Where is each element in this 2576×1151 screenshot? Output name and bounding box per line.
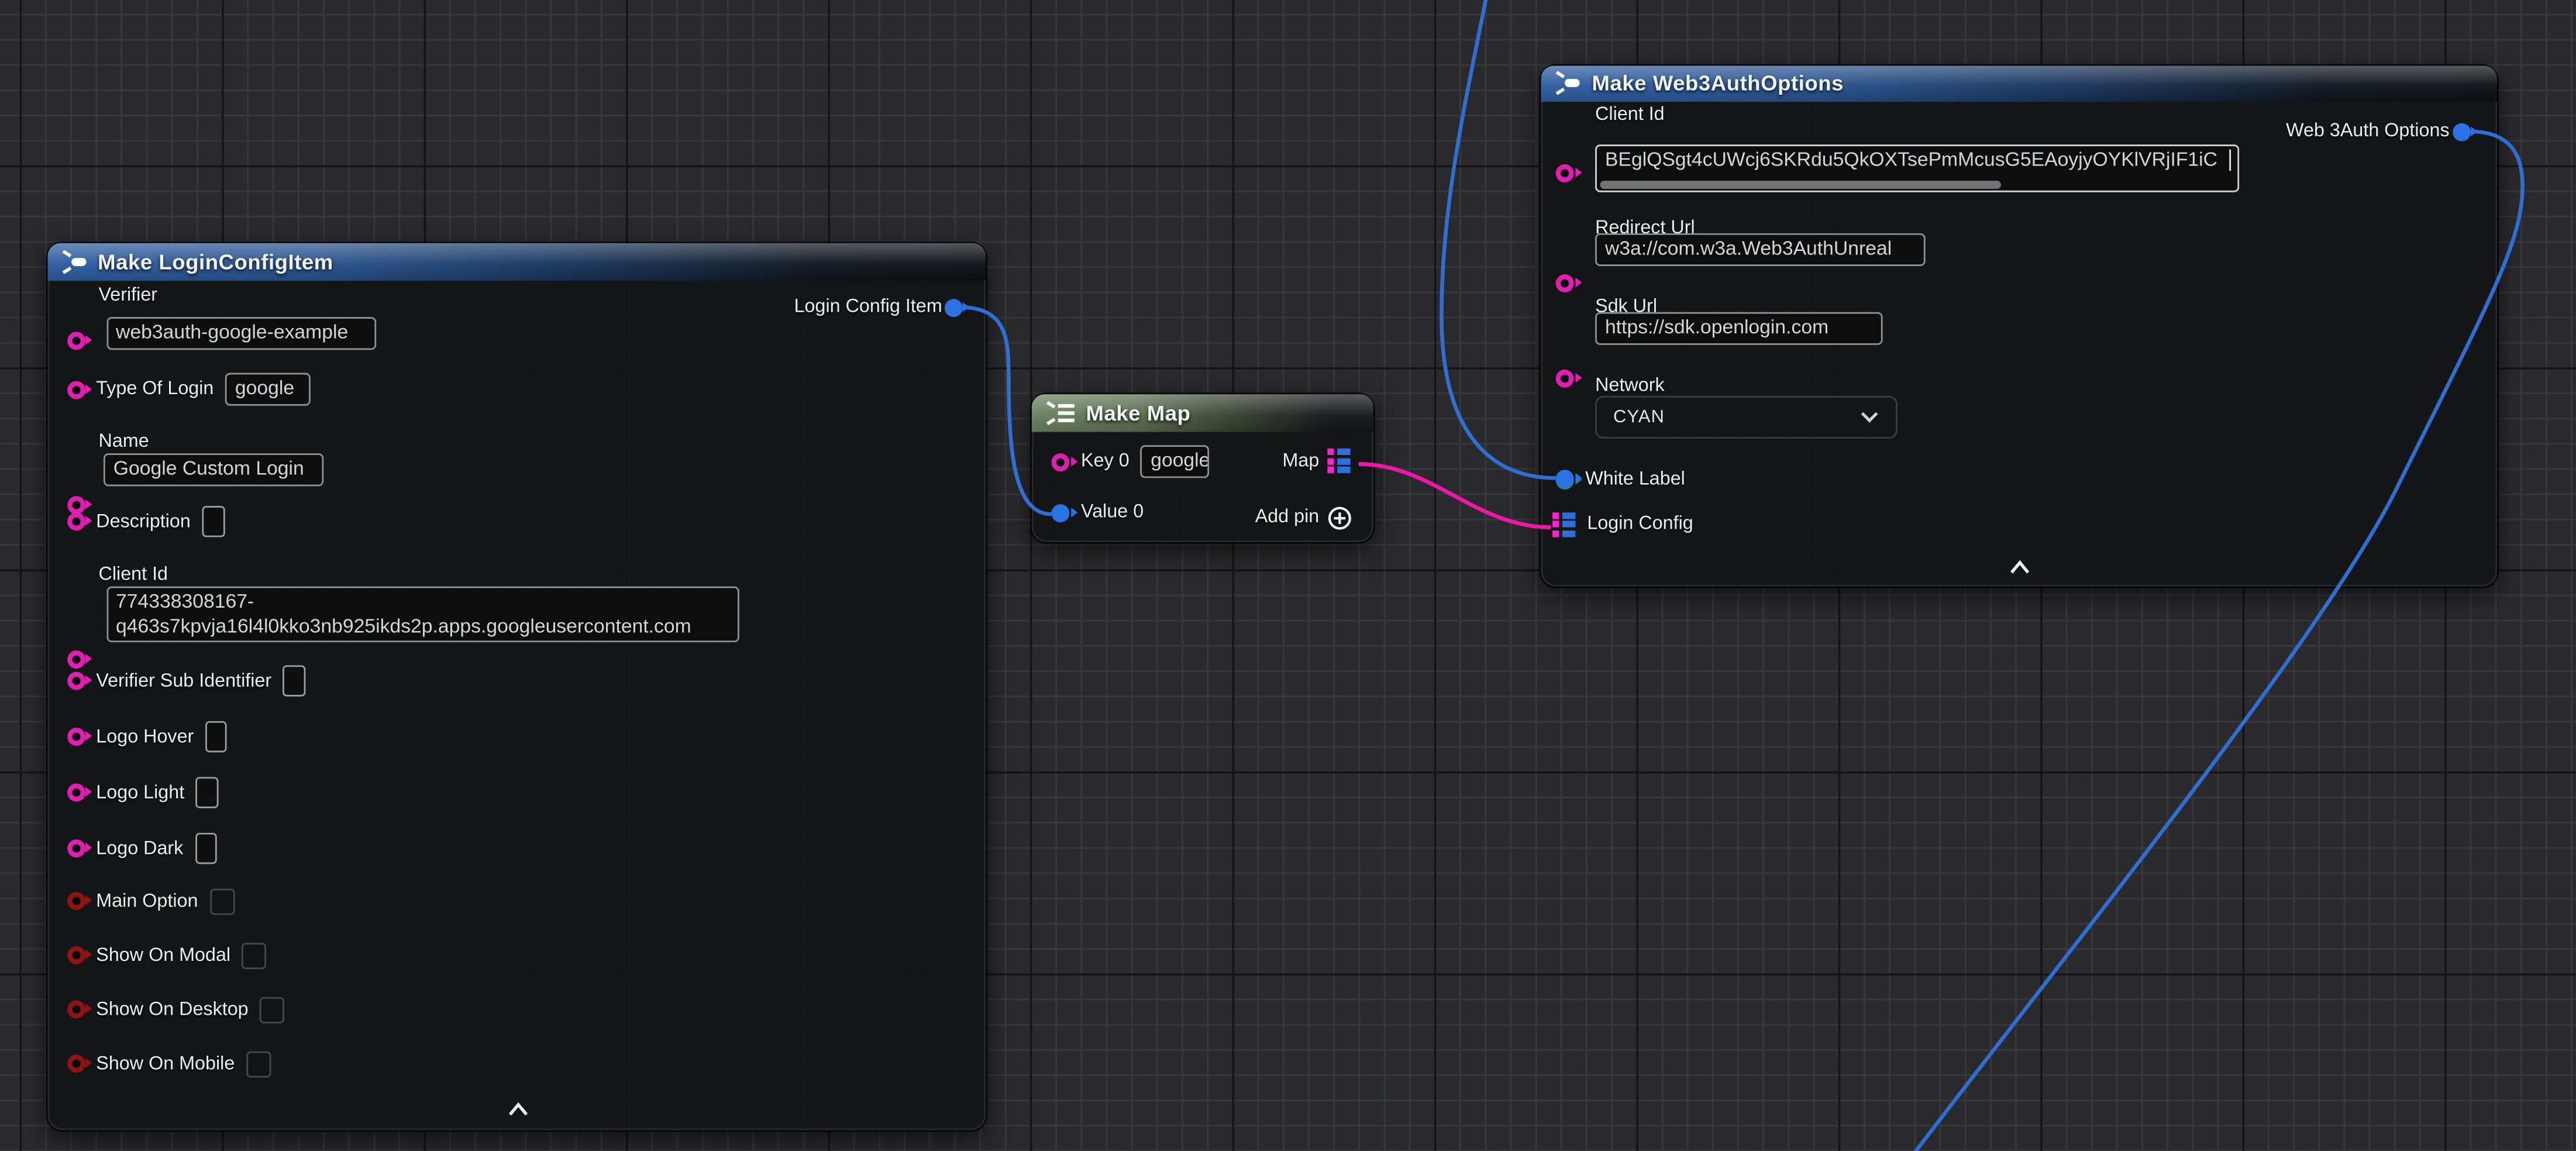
description-field[interactable] (202, 506, 225, 537)
make-struct-icon (60, 249, 88, 274)
row-show-on-desktop: Show On Desktop (67, 997, 285, 1023)
logo-dark-field[interactable] (195, 833, 217, 864)
input-pin-description[interactable] (67, 512, 85, 530)
output-pin-map-icon[interactable] (1327, 449, 1351, 474)
dropdown-chevron-icon (1859, 410, 1879, 423)
make-struct-icon (1554, 71, 1582, 95)
node-header-make-loginconfigitem[interactable]: Make LoginConfigItem (47, 243, 985, 280)
logo-light-field[interactable] (196, 777, 218, 808)
main-option-checkbox[interactable] (209, 888, 234, 914)
output-pin-label-web3auth-options: Web 3Auth Options (2286, 120, 2449, 140)
add-pin-icon[interactable] (1327, 506, 1352, 530)
network-dropdown[interactable]: CYAN (1595, 395, 1897, 437)
pin-label-network: Network (1595, 376, 1664, 396)
output-pin-label-login-config-item: Login Config Item (794, 297, 942, 317)
input-pin-logo-hover[interactable] (67, 728, 85, 746)
node-title: Make LoginConfigItem (98, 249, 333, 274)
sdk-url-field[interactable]: https://sdk.openlogin.com (1595, 312, 1883, 345)
output-pin-label-map: Map (1282, 452, 1319, 471)
input-pin-sdk-url[interactable] (1556, 370, 1574, 388)
redirect-url-field[interactable]: w3a://com.w3a.Web3AuthUnreal (1595, 233, 1926, 266)
row-show-on-modal: Show On Modal (67, 943, 267, 969)
pin-label-type-of-login: Type Of Login (96, 380, 213, 399)
name-field[interactable]: Google Custom Login (104, 453, 323, 485)
row-type-of-login: Type Of Login google (67, 373, 311, 406)
row-white-label: White Label (1556, 469, 1685, 489)
row-logo-dark: Logo Dark (67, 833, 217, 864)
client-id-field[interactable]: 774338308167-q463s7kpvja16l4l0kko3nb925i… (106, 587, 738, 642)
pin-label-logo-light: Logo Light (96, 783, 184, 802)
row-logo-hover: Logo Hover (67, 721, 228, 752)
row-value-0: Value 0 (1052, 502, 1144, 522)
verifier-field[interactable]: web3auth-google-example (106, 316, 376, 349)
collapse-icon[interactable] (2007, 559, 2031, 574)
node-header-make-web3authoptions[interactable]: Make Web3AuthOptions (1541, 65, 2497, 102)
input-pin-show-on-modal[interactable] (67, 946, 85, 964)
make-map-icon (1045, 401, 1076, 425)
input-pin-key-0[interactable] (1052, 453, 1070, 471)
pin-label-logo-hover: Logo Hover (96, 727, 194, 747)
add-pin-label: Add pin (1255, 508, 1320, 528)
verifier-sub-identifier-field[interactable] (283, 665, 305, 696)
input-pin-logo-dark[interactable] (67, 839, 85, 857)
input-pin-white-label[interactable] (1556, 470, 1574, 488)
show-on-modal-checkbox[interactable] (242, 943, 267, 969)
pin-label-client-id: Client Id (99, 565, 168, 585)
pin-label-value-0: Value 0 (1081, 502, 1144, 522)
pin-label-key-0: Key 0 (1081, 452, 1129, 471)
input-pin-verifier-sub-identifier[interactable] (67, 672, 85, 690)
pin-label-client-id: Client Id (1595, 105, 1664, 125)
pin-label-white-label: White Label (1585, 469, 1685, 489)
input-pin-show-on-mobile[interactable] (67, 1055, 85, 1073)
pin-label-name: Name (99, 432, 149, 452)
pin-label-show-on-modal: Show On Modal (96, 946, 230, 966)
pin-label-show-on-mobile: Show On Mobile (96, 1054, 235, 1074)
text-cursor (2229, 149, 2231, 170)
pin-label-show-on-desktop: Show On Desktop (96, 1000, 248, 1020)
input-pin-client-id[interactable] (1556, 163, 1574, 181)
pin-label-main-option: Main Option (96, 891, 198, 911)
pin-label-verifier: Verifier (99, 286, 158, 306)
input-pin-redirect-url[interactable] (1556, 274, 1574, 292)
row-logo-light: Logo Light (67, 777, 218, 808)
output-pin-web3auth-options[interactable] (2452, 122, 2470, 140)
input-pin-show-on-desktop[interactable] (67, 1001, 85, 1019)
network-dropdown-value: CYAN (1613, 406, 1665, 426)
node-make-loginconfigitem[interactable]: Make LoginConfigItem Login Config Item V… (47, 243, 985, 1131)
show-on-mobile-checkbox[interactable] (246, 1052, 271, 1077)
input-pin-type-of-login[interactable] (67, 380, 85, 398)
input-pin-logo-light[interactable] (67, 784, 85, 802)
input-pin-main-option[interactable] (67, 892, 85, 911)
row-key-0: Key 0 google (1052, 445, 1210, 478)
pin-label-login-config: Login Config (1587, 514, 1693, 534)
pin-label-description: Description (96, 512, 191, 532)
pin-label-logo-dark: Logo Dark (96, 839, 183, 859)
node-title: Make Web3AuthOptions (1592, 71, 1844, 95)
node-make-web3authoptions[interactable]: Make Web3AuthOptions Web 3Auth Options C… (1541, 65, 2497, 585)
pin-label-verifier-sub-identifier: Verifier Sub Identifier (96, 671, 271, 691)
logo-hover-field[interactable] (205, 721, 228, 752)
row-show-on-mobile: Show On Mobile (67, 1052, 271, 1077)
key-0-field[interactable]: google (1141, 445, 1210, 478)
output-pin-login-config-item[interactable] (944, 298, 962, 316)
blueprint-viewport: Make LoginConfigItem Login Config Item V… (0, 0, 2576, 1151)
input-pin-verifier[interactable] (67, 331, 85, 349)
row-main-option: Main Option (67, 888, 235, 914)
type-of-login-field[interactable]: google (225, 373, 311, 406)
row-description: Description (67, 506, 225, 537)
row-verifier-sub-identifier: Verifier Sub Identifier (67, 665, 305, 696)
client-id-scrollbar[interactable] (1600, 181, 2001, 188)
show-on-desktop-checkbox[interactable] (260, 997, 284, 1023)
node-header-make-map[interactable]: Make Map (1032, 394, 1373, 431)
row-login-config: Login Config (1552, 512, 1693, 537)
node-make-map[interactable]: Make Map Key 0 google Value 0 Map Add pi… (1032, 394, 1373, 542)
input-pin-login-config-icon[interactable] (1552, 512, 1576, 537)
node-title: Make Map (1086, 401, 1190, 425)
collapse-icon[interactable] (505, 1102, 530, 1117)
input-pin-value-0[interactable] (1052, 504, 1070, 522)
